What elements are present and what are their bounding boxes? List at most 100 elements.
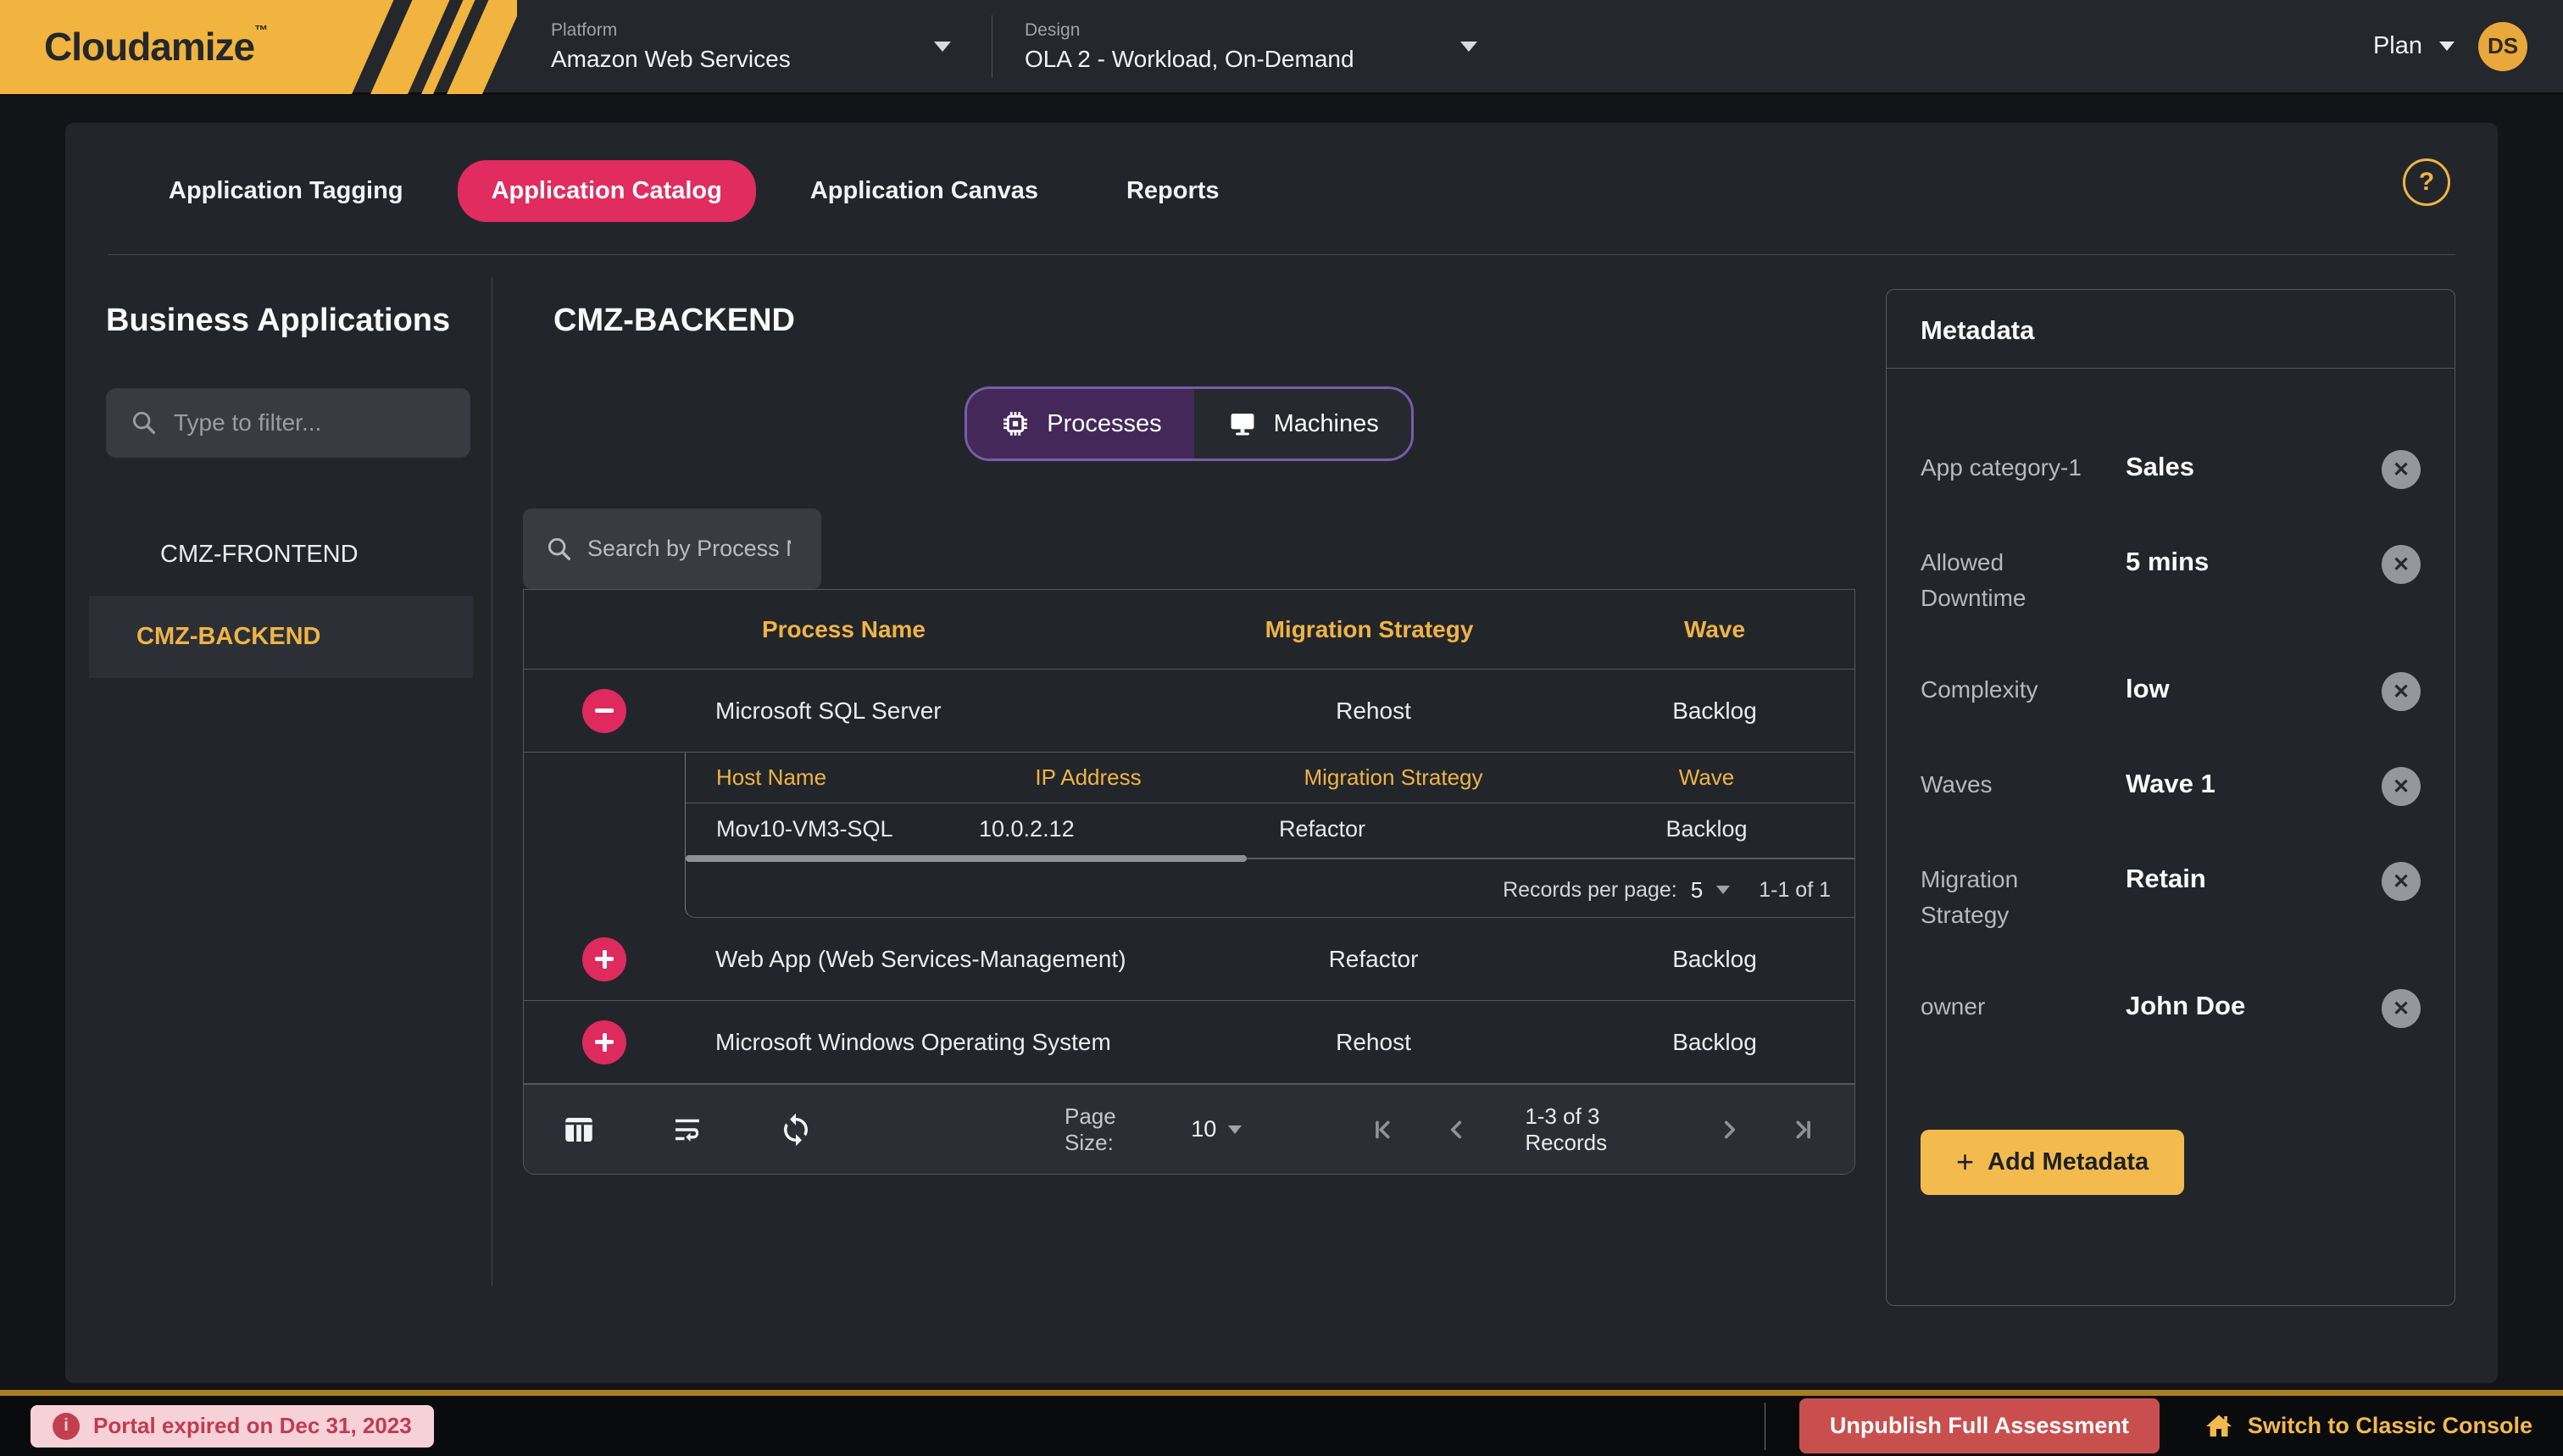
remove-metadata-icon[interactable]: ✕ xyxy=(2382,450,2421,489)
process-name-cell: Microsoft SQL Server xyxy=(685,697,1172,725)
plus-icon xyxy=(595,957,614,961)
design-label: Design xyxy=(1025,20,1518,41)
toggle-processes-label: Processes xyxy=(1047,410,1161,438)
ip-address-cell: 10.0.2.12 xyxy=(948,816,1228,842)
remove-metadata-icon[interactable]: ✕ xyxy=(2382,545,2421,584)
view-toggle: Processes Machines xyxy=(965,386,1414,461)
topbar: Cloudamize™ Platform Amazon Web Services… xyxy=(0,0,2563,95)
records-per-page-value[interactable]: 5 xyxy=(1691,877,1703,903)
metadata-value: Sales xyxy=(2105,450,2382,482)
tab-application-canvas[interactable]: Application Canvas xyxy=(776,160,1072,222)
metadata-value: low xyxy=(2105,672,2382,704)
switch-to-classic-console[interactable]: Switch to Classic Console xyxy=(2204,1411,2532,1442)
processes-table: Process Name Migration Strategy Wave Mic… xyxy=(523,589,1855,1175)
metadata-panel: Metadata App category-1 Sales ✕ Allowed … xyxy=(1886,289,2455,1306)
metadata-title: Metadata xyxy=(1887,290,2455,369)
expand-row-button[interactable] xyxy=(582,1020,626,1064)
columns-icon[interactable] xyxy=(561,1112,597,1148)
bottom-bar: i Portal expired on Dec 31, 2023 Unpubli… xyxy=(0,1390,2563,1456)
cloudamize-logo[interactable]: Cloudamize™ xyxy=(0,0,517,94)
pagination-range-label: 1-3 of 3 Records xyxy=(1525,1103,1661,1156)
plan-menu[interactable]: Plan xyxy=(2373,32,2455,60)
last-page-icon[interactable] xyxy=(1788,1115,1817,1144)
scrollbar-thumb[interactable] xyxy=(686,855,1247,862)
chevron-down-icon[interactable] xyxy=(1228,1125,1242,1134)
remove-metadata-icon[interactable]: ✕ xyxy=(2382,767,2421,806)
process-search-box xyxy=(523,508,821,589)
metadata-row: Waves Wave 1 ✕ xyxy=(1921,767,2421,806)
refresh-icon[interactable] xyxy=(778,1112,814,1148)
remove-metadata-icon[interactable]: ✕ xyxy=(2382,672,2421,711)
main-card: Application Tagging Application Catalog … xyxy=(65,123,2498,1383)
toggle-processes[interactable]: Processes xyxy=(967,389,1193,458)
previous-page-icon[interactable] xyxy=(1442,1115,1471,1144)
toggle-machines[interactable]: Machines xyxy=(1194,389,1411,458)
application-list: CMZ-FRONTEND CMZ-BACKEND xyxy=(65,514,492,678)
tab-application-tagging[interactable]: Application Tagging xyxy=(135,160,437,222)
col-migration-strategy: Migration Strategy xyxy=(1164,616,1575,643)
detail-row: Mov10-VM3-SQL 10.0.2.12 Refactor Backlog xyxy=(686,803,1854,854)
minus-icon xyxy=(595,709,614,713)
first-page-icon[interactable] xyxy=(1369,1115,1398,1144)
platform-label: Platform xyxy=(551,20,992,41)
host-name-cell: Mov10-VM3-SQL xyxy=(686,816,948,842)
metadata-key: Waves xyxy=(1921,767,2105,803)
business-applications-sidebar: Business Applications CMZ-FRONTEND CMZ-B… xyxy=(65,255,492,1357)
plan-label: Plan xyxy=(2373,32,2422,60)
app-item-cmz-backend[interactable]: CMZ-BACKEND xyxy=(89,596,473,678)
table-footer: Page Size: 10 xyxy=(524,1084,1854,1174)
col-detail-migration-strategy: Migration Strategy xyxy=(1228,764,1559,791)
help-icon[interactable]: ? xyxy=(2403,158,2450,206)
expand-row-button[interactable] xyxy=(582,937,626,981)
brand-name: Cloudamize™ xyxy=(44,24,267,69)
filter-input[interactable] xyxy=(174,409,428,436)
switch-label: Switch to Classic Console xyxy=(2248,1413,2532,1439)
page-size-label: Page Size: xyxy=(1065,1103,1160,1156)
table-header-row: Process Name Migration Strategy Wave xyxy=(524,590,1854,670)
app-item-cmz-frontend[interactable]: CMZ-FRONTEND xyxy=(89,514,473,596)
platform-value: Amazon Web Services xyxy=(551,46,992,73)
strategy-cell: Rehost xyxy=(1172,697,1575,725)
chevron-down-icon[interactable] xyxy=(1716,886,1730,894)
platform-selector[interactable]: Platform Amazon Web Services xyxy=(517,0,992,92)
wrap-text-icon[interactable] xyxy=(670,1112,705,1148)
page-size-value[interactable]: 10 xyxy=(1191,1116,1216,1142)
metadata-row: App category-1 Sales ✕ xyxy=(1921,450,2421,489)
wave-cell: Backlog xyxy=(1575,697,1854,725)
portal-expiry-badge: i Portal expired on Dec 31, 2023 xyxy=(31,1405,434,1448)
tab-reports[interactable]: Reports xyxy=(1092,160,1254,222)
remove-metadata-icon[interactable]: ✕ xyxy=(2382,989,2421,1028)
avatar[interactable]: DS xyxy=(2478,22,2527,71)
col-detail-wave: Wave xyxy=(1559,764,1854,791)
plus-icon xyxy=(595,1040,614,1044)
plus-icon: + xyxy=(1956,1150,1974,1175)
metadata-key: owner xyxy=(1921,989,2105,1025)
col-process-name: Process Name xyxy=(524,616,1164,643)
tab-application-catalog[interactable]: Application Catalog xyxy=(458,160,756,222)
app-window: Cloudamize™ Platform Amazon Web Services… xyxy=(0,0,2563,1456)
processes-table-block: Process Name Migration Strategy Wave Mic… xyxy=(523,508,1855,1175)
process-search-input[interactable] xyxy=(587,536,791,562)
metadata-row: Complexity low ✕ xyxy=(1921,672,2421,711)
unpublish-button[interactable]: Unpublish Full Assessment xyxy=(1799,1398,2160,1453)
metadata-key: Complexity xyxy=(1921,672,2105,708)
collapse-row-button[interactable] xyxy=(582,689,626,733)
detail-strategy-cell: Refactor xyxy=(1228,816,1559,842)
metadata-row: Migration Strategy Retain ✕ xyxy=(1921,862,2421,933)
design-selector[interactable]: Design OLA 2 - Workload, On-Demand xyxy=(992,0,1518,92)
metadata-key: Allowed Downtime xyxy=(1921,545,2105,616)
add-metadata-button[interactable]: + Add Metadata xyxy=(1921,1130,2184,1195)
application-detail: CMZ-BACKEND Processes xyxy=(492,255,1855,1357)
table-row: Web App (Web Services-Management) Refact… xyxy=(524,918,1854,1001)
strategy-cell: Refactor xyxy=(1172,946,1575,973)
next-page-icon[interactable] xyxy=(1715,1115,1744,1144)
metadata-key: App category-1 xyxy=(1921,450,2105,486)
table-row: Microsoft Windows Operating System Rehos… xyxy=(524,1001,1854,1084)
detail-wave-cell: Backlog xyxy=(1559,816,1854,842)
detail-header-row: Host Name IP Address Migration Strategy … xyxy=(686,753,1854,803)
tab-bar: Application Tagging Application Catalog … xyxy=(65,123,2498,222)
monitor-icon xyxy=(1226,408,1259,440)
chip-icon xyxy=(999,408,1031,440)
remove-metadata-icon[interactable]: ✕ xyxy=(2382,862,2421,901)
metadata-value: Wave 1 xyxy=(2105,767,2382,799)
